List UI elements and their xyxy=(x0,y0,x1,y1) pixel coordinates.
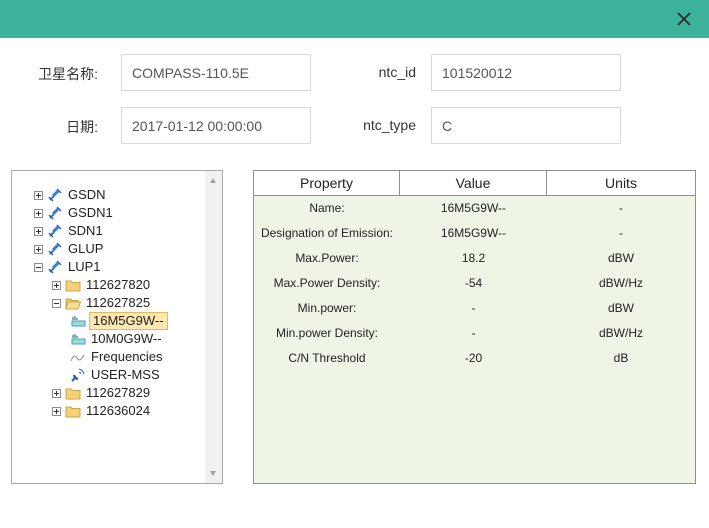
tree-node[interactable]: 112627825 xyxy=(52,294,152,312)
tree-node-label[interactable]: SDN1 xyxy=(66,223,105,239)
scroll-down-icon[interactable] xyxy=(210,471,216,476)
property-cell: C/N Threshold xyxy=(288,351,366,365)
folder-icon xyxy=(65,403,81,419)
tree-node[interactable]: GSDN xyxy=(34,186,108,204)
property-cell: Name: xyxy=(309,201,345,215)
tree-node[interactable]: 10M0G9W-- xyxy=(70,330,164,348)
property-cell: Min.power: xyxy=(297,301,357,315)
expand-icon[interactable] xyxy=(34,244,43,254)
tree-node-label[interactable]: 112636024 xyxy=(84,403,152,419)
dialog-titlebar xyxy=(0,0,709,38)
antenna-icon xyxy=(70,367,86,383)
expand-icon[interactable] xyxy=(52,388,61,398)
property-cell: Min.power Density: xyxy=(275,326,379,340)
table-row: Max.Power: 18.2 dBW xyxy=(254,246,695,271)
tree-node-label[interactable]: 10M0G9W-- xyxy=(89,331,164,347)
expand-icon[interactable] xyxy=(34,190,43,200)
property-cell: Max.Power: xyxy=(295,251,359,265)
tree-node-label[interactable]: Frequencies xyxy=(89,349,165,365)
value-cell: -20 xyxy=(464,351,483,365)
tree-panel[interactable]: GSDN GSDN1 SDN1 GLUP LUP1 112627820 112627825 1… xyxy=(11,170,223,484)
tree-node[interactable]: 112636024 xyxy=(52,402,152,420)
expand-icon[interactable] xyxy=(34,226,43,236)
tree-node-label[interactable]: LUP1 xyxy=(66,259,103,275)
satellite-icon xyxy=(47,187,63,203)
value-cell: 16M5G9W-- xyxy=(440,226,507,240)
units-cell: - xyxy=(619,201,623,215)
tree-node-label[interactable]: 112627825 xyxy=(84,295,152,311)
tree-node[interactable]: USER-MSS xyxy=(70,366,162,384)
folder-icon xyxy=(65,277,81,293)
tree-node[interactable]: 112627820 xyxy=(52,276,152,294)
satellite-name-label: 卫星名称: xyxy=(38,66,98,82)
column-header-value: Value xyxy=(400,171,547,195)
emission-icon xyxy=(70,313,86,329)
units-cell: - xyxy=(619,226,623,240)
tree-node[interactable]: 112627829 xyxy=(52,384,152,402)
ntc-id-input[interactable] xyxy=(431,54,621,91)
tree-node-label[interactable]: GSDN xyxy=(66,187,108,203)
collapse-icon[interactable] xyxy=(52,298,61,308)
column-header-property: Property xyxy=(254,171,400,195)
tree-node[interactable]: SDN1 xyxy=(34,222,105,240)
tree-scrollbar[interactable] xyxy=(205,171,222,483)
table-row: Min.power Density: - dBW/Hz xyxy=(254,321,695,346)
scroll-up-icon[interactable] xyxy=(210,178,216,183)
ntc-type-label: ntc_type xyxy=(363,117,416,133)
property-table: Property Value Units Name: 16M5G9W-- - Desi… xyxy=(253,170,696,484)
table-row: Name: 16M5G9W-- - xyxy=(254,196,695,221)
date-label: 日期: xyxy=(66,119,98,135)
tree-node-label[interactable]: 112627829 xyxy=(84,385,152,401)
property-table-header: Property Value Units xyxy=(254,171,695,196)
tree-node-label[interactable]: GSDN1 xyxy=(66,205,115,221)
value-cell: - xyxy=(471,301,476,315)
satellite-icon xyxy=(47,259,63,275)
satellite-name-input[interactable] xyxy=(121,54,311,91)
date-input[interactable] xyxy=(121,107,311,144)
tree-node[interactable]: GLUP xyxy=(34,240,105,258)
expand-icon[interactable] xyxy=(52,406,61,416)
tree-node-label[interactable]: USER-MSS xyxy=(89,367,162,383)
column-header-units: Units xyxy=(605,175,637,191)
tree-node[interactable]: LUP1 xyxy=(34,258,103,276)
table-row: Max.Power Density: -54 dBW/Hz xyxy=(254,271,695,296)
table-row: Min.power: - dBW xyxy=(254,296,695,321)
folder-icon xyxy=(65,385,81,401)
satellite-icon xyxy=(47,223,63,239)
value-cell: 16M5G9W-- xyxy=(440,201,507,215)
satellite-icon xyxy=(47,205,63,221)
units-cell: dBW/Hz xyxy=(598,276,643,290)
table-row: Designation of Emission: 16M5G9W-- - xyxy=(254,221,695,246)
tree-node[interactable]: 16M5G9W-- xyxy=(70,312,168,330)
table-row: C/N Threshold -20 dB xyxy=(254,346,695,371)
units-cell: dB xyxy=(613,351,629,365)
frequency-wave-icon xyxy=(70,349,86,365)
tree-node-label[interactable]: 112627820 xyxy=(84,277,152,293)
property-cell: Max.Power Density: xyxy=(273,276,381,290)
tree-node-label[interactable]: 16M5G9W-- xyxy=(89,312,168,330)
units-cell: dBW xyxy=(607,251,634,265)
folder-open-icon xyxy=(65,295,81,311)
ntc-id-label: ntc_id xyxy=(378,64,416,80)
ntc-type-input[interactable] xyxy=(431,107,621,144)
tree-node[interactable]: Frequencies xyxy=(70,348,165,366)
value-cell: - xyxy=(471,326,476,340)
units-cell: dBW/Hz xyxy=(598,326,643,340)
emission-icon xyxy=(70,331,86,347)
expand-icon[interactable] xyxy=(34,208,43,218)
value-cell: -54 xyxy=(464,276,483,290)
satellite-icon xyxy=(47,241,63,257)
expand-icon[interactable] xyxy=(52,280,61,290)
property-cell: Designation of Emission: xyxy=(260,226,394,240)
tree-node[interactable]: GSDN1 xyxy=(34,204,115,222)
value-cell: 18.2 xyxy=(461,251,486,265)
tree-node-label[interactable]: GLUP xyxy=(66,241,105,257)
collapse-icon[interactable] xyxy=(34,262,43,272)
units-cell: dBW xyxy=(607,301,634,315)
close-icon[interactable] xyxy=(673,8,695,30)
